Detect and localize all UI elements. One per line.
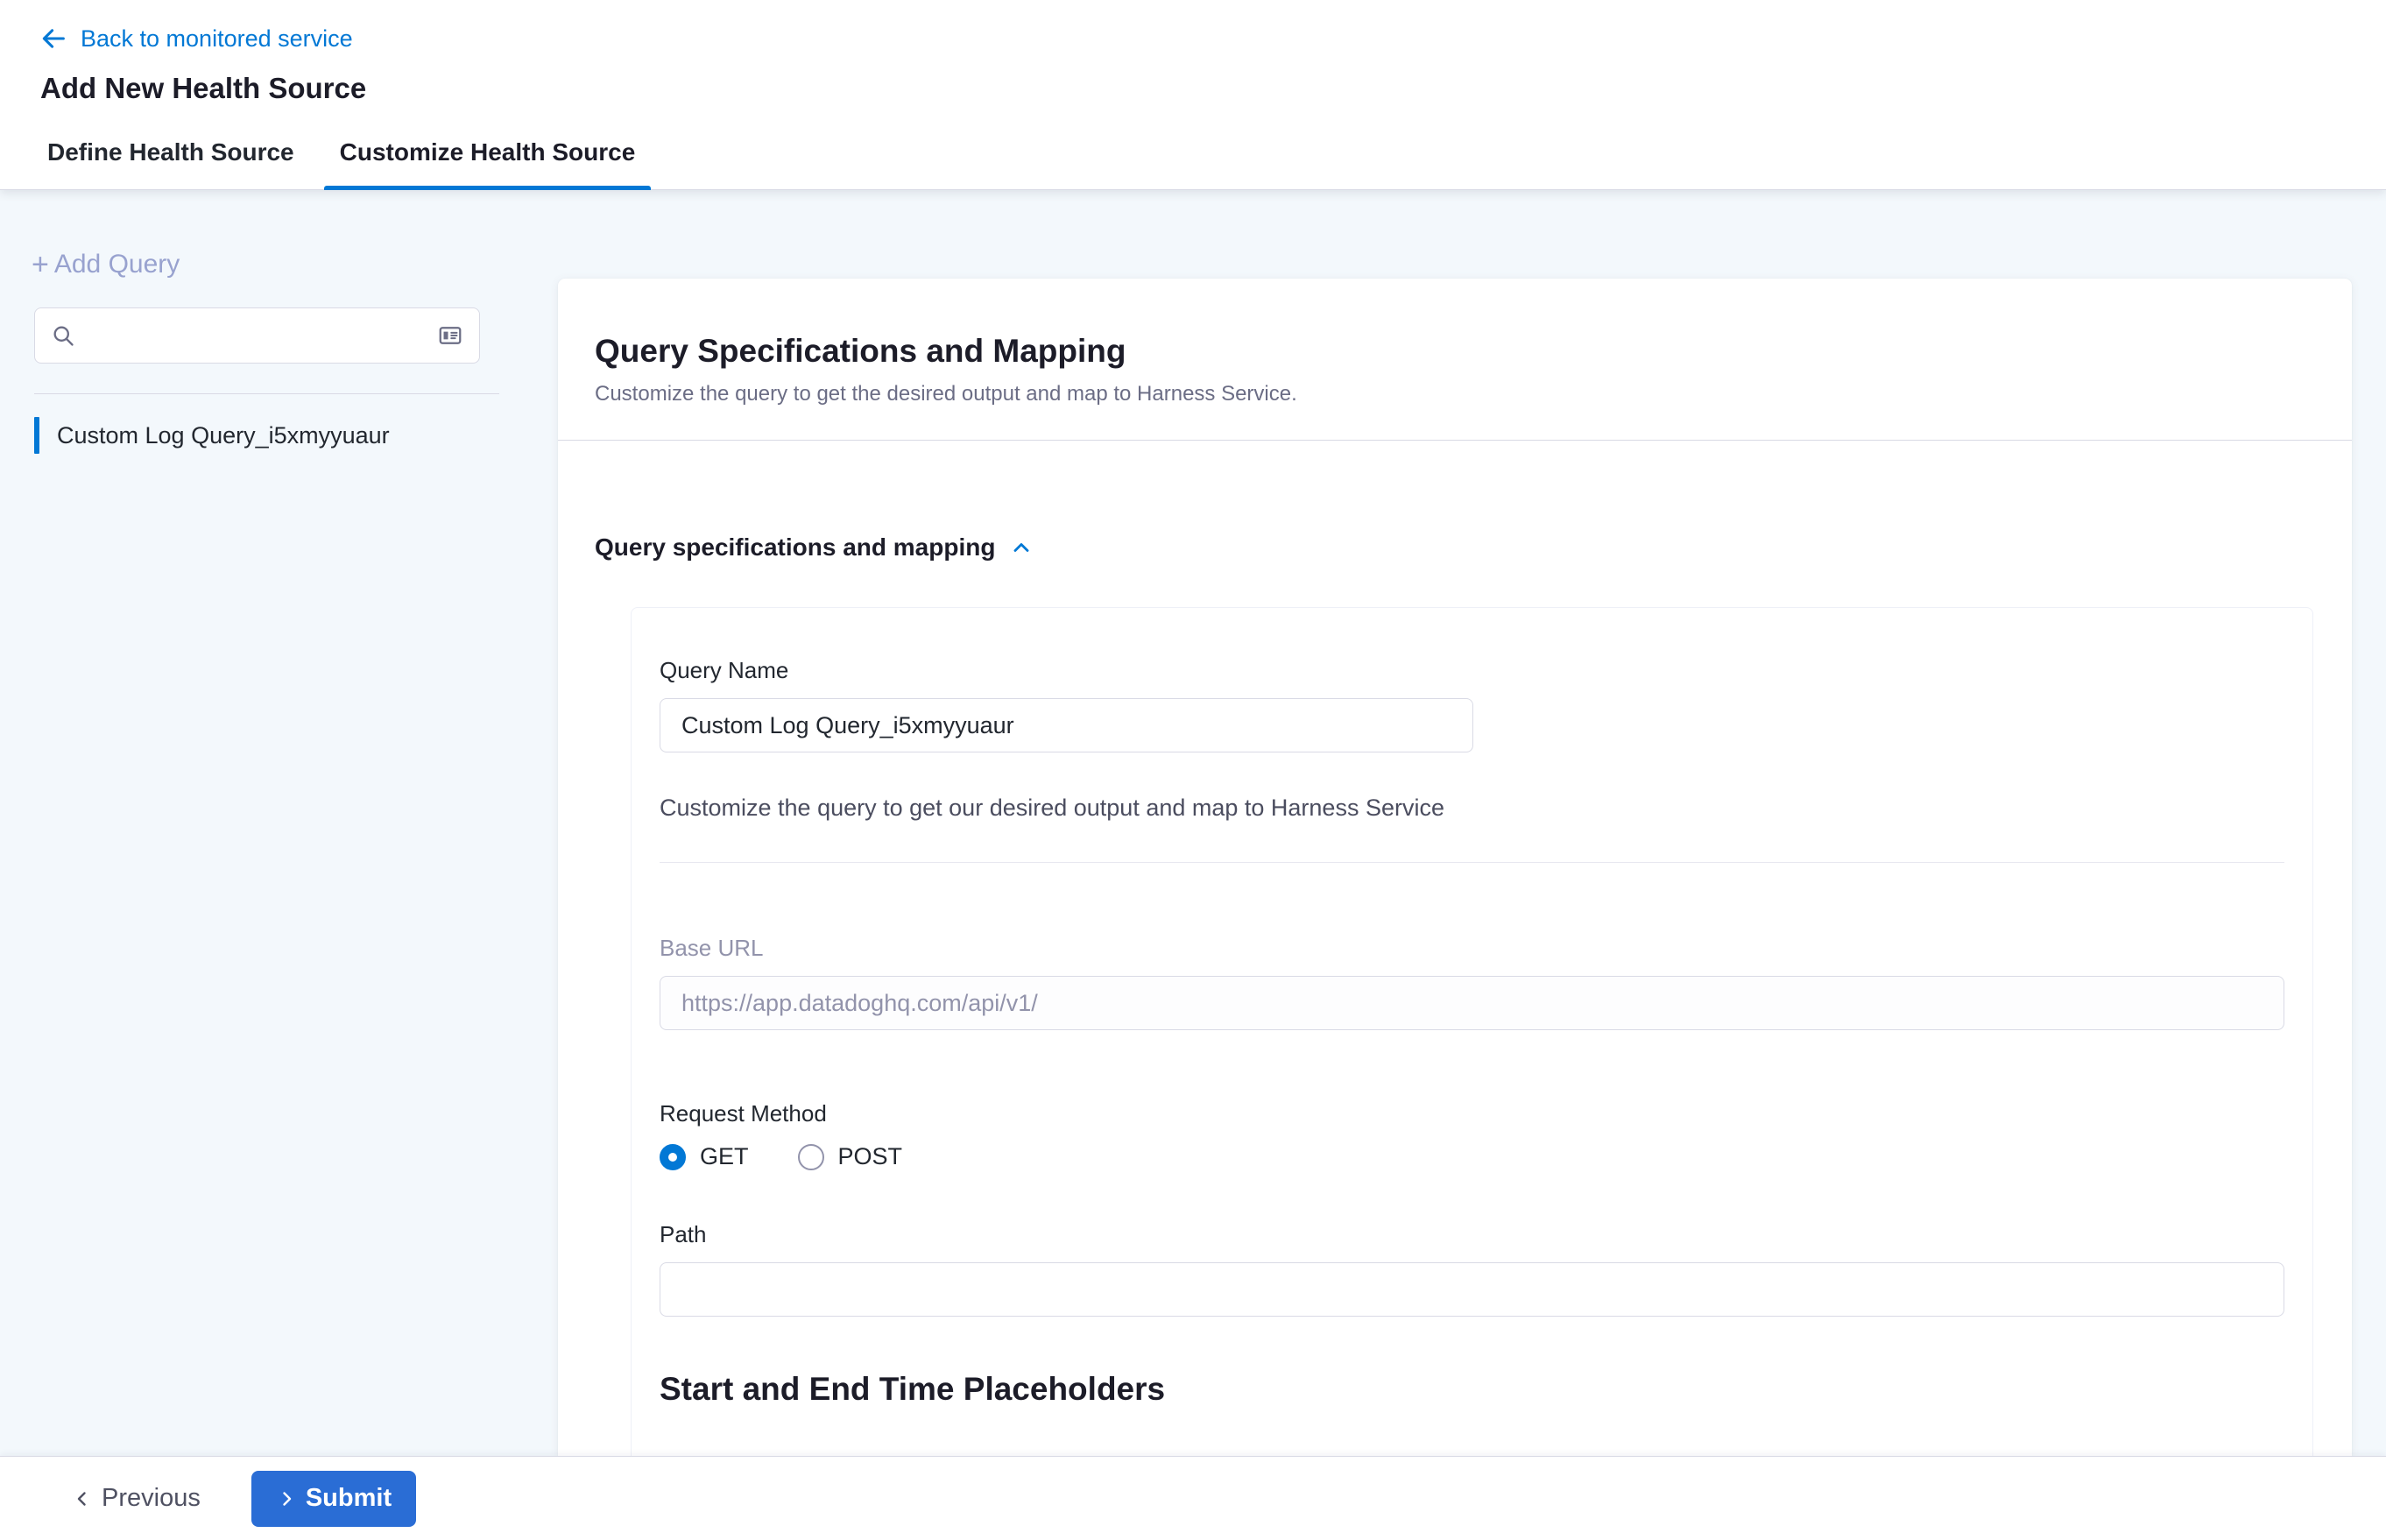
tab-customize-health-source[interactable]: Customize Health Source <box>324 138 652 189</box>
section-heading-label: Query specifications and mapping <box>595 533 995 562</box>
query-item-label: Custom Log Query_i5xmyyuaur <box>57 422 390 449</box>
back-arrow-icon[interactable] <box>39 24 68 53</box>
sidebar-divider <box>34 393 499 394</box>
tab-bar: Define Health Source Customize Health So… <box>0 138 2386 190</box>
add-query-label: Add Query <box>54 250 180 279</box>
radio-post[interactable]: POST <box>798 1143 903 1170</box>
path-label: Path <box>660 1221 2284 1248</box>
card-body: Query specifications and mapping Query N… <box>558 533 2352 1456</box>
query-list-item[interactable]: Custom Log Query_i5xmyyuaur <box>0 413 558 457</box>
selected-indicator-bar <box>34 417 39 454</box>
base-url-label: Base URL <box>660 935 2284 962</box>
query-search-box[interactable] <box>34 307 480 364</box>
radio-get-label: GET <box>700 1143 749 1170</box>
list-view-icon[interactable] <box>437 322 463 349</box>
submit-button-label: Submit <box>306 1484 392 1513</box>
back-link[interactable]: Back to monitored service <box>81 25 353 53</box>
query-mapping-form: Query Name Customize the query to get ou… <box>631 607 2313 1456</box>
placeholders-heading: Start and End Time Placeholders <box>660 1371 2284 1408</box>
plus-icon: + <box>32 251 49 278</box>
page-header: Back to monitored service Add New Health… <box>0 0 2386 190</box>
card-subtitle: Customize the query to get the desired o… <box>595 382 2313 406</box>
previous-button[interactable]: Previous <box>72 1484 201 1513</box>
request-method-field: Request Method GET POST <box>660 1100 2284 1170</box>
chevron-left-icon <box>72 1488 93 1509</box>
previous-button-label: Previous <box>102 1484 201 1513</box>
radio-post-circle[interactable] <box>798 1144 824 1170</box>
request-method-label: Request Method <box>660 1100 2284 1127</box>
add-query-button[interactable]: + Add Query <box>32 250 558 279</box>
card-header: Query Specifications and Mapping Customi… <box>558 279 2352 441</box>
back-navigation[interactable]: Back to monitored service <box>0 21 2386 56</box>
page-title: Add New Health Source <box>40 72 2386 105</box>
query-name-input[interactable] <box>660 698 1473 752</box>
section-collapse-toggle[interactable]: Query specifications and mapping <box>595 533 2313 562</box>
search-icon <box>51 323 75 348</box>
path-field: Path <box>660 1221 2284 1317</box>
query-name-field: Query Name Customize the query to get ou… <box>660 657 2284 822</box>
request-method-options: GET POST <box>660 1143 2284 1170</box>
form-divider <box>660 862 2284 863</box>
radio-post-label: POST <box>838 1143 903 1170</box>
radio-get-circle[interactable] <box>660 1144 686 1170</box>
card-title: Query Specifications and Mapping <box>595 333 2313 370</box>
base-url-input <box>660 976 2284 1030</box>
path-input[interactable] <box>660 1262 2284 1317</box>
content-area: + Add Query Custom Log Query_i5xmyyuaur <box>0 190 2386 1456</box>
submit-button[interactable]: Submit <box>251 1471 416 1527</box>
chevron-up-icon[interactable] <box>1009 535 1034 560</box>
query-sidebar: + Add Query Custom Log Query_i5xmyyuaur <box>0 190 558 457</box>
query-name-help-text: Customize the query to get our desired o… <box>660 795 2284 822</box>
query-name-label: Query Name <box>660 657 2284 684</box>
search-input[interactable] <box>88 321 425 350</box>
tab-define-health-source[interactable]: Define Health Source <box>32 138 310 189</box>
query-spec-card: Query Specifications and Mapping Customi… <box>558 279 2352 1456</box>
base-url-field: Base URL <box>660 935 2284 1030</box>
radio-get[interactable]: GET <box>660 1143 749 1170</box>
add-health-source-page: Back to monitored service Add New Health… <box>0 0 2386 1540</box>
wizard-footer: Previous Submit <box>0 1456 2386 1540</box>
chevron-right-icon <box>276 1488 297 1509</box>
